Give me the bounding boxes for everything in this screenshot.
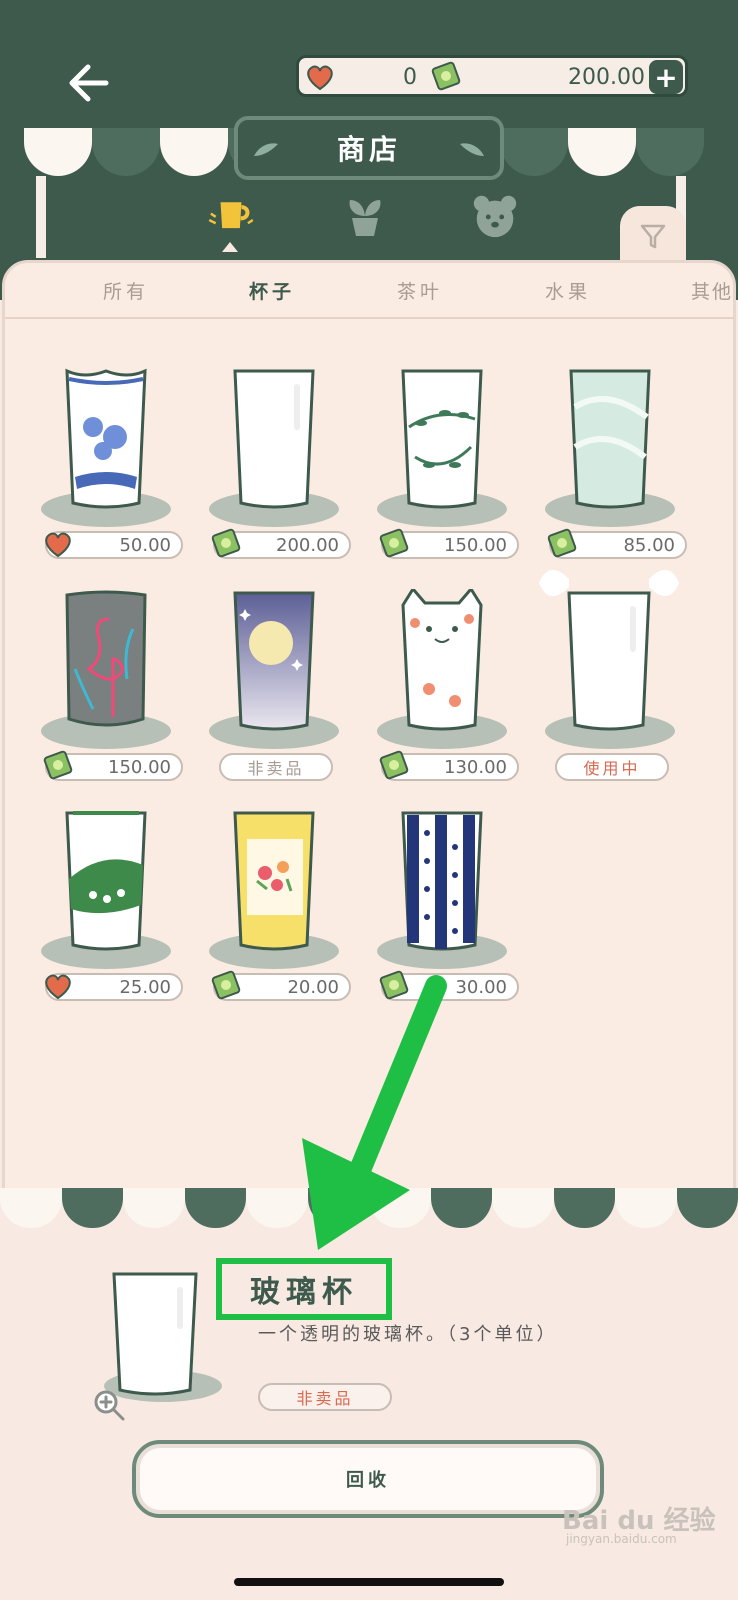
selected-item-image	[112, 1272, 198, 1396]
cash-counter: 200.00	[429, 61, 651, 93]
shop-item-flamingo-cup[interactable]: 150.00	[21, 589, 183, 781]
cash-icon	[43, 750, 73, 780]
recycle-button[interactable]: 回收	[132, 1440, 604, 1518]
heart-icon	[307, 65, 333, 91]
price-value: 85.00	[623, 534, 675, 556]
category-selected-caret	[222, 242, 238, 252]
selected-item-name: 玻璃杯	[216, 1258, 392, 1320]
plant-icon	[349, 200, 381, 236]
tab-fruit[interactable]: 水果	[545, 277, 591, 304]
tab-other[interactable]: 其他	[691, 277, 733, 304]
vine-cup-image	[401, 369, 483, 509]
page-title: 商店	[336, 133, 401, 166]
moon-cup-image	[233, 591, 315, 731]
flower-cup-image	[233, 811, 315, 951]
price-tag: 150.00	[43, 750, 183, 781]
shop-item-moon-cup[interactable]: 非卖品	[189, 589, 339, 781]
dot-stripe-cup-image	[401, 811, 483, 951]
add-currency-button[interactable]: +	[649, 60, 683, 94]
funnel-icon	[640, 224, 666, 249]
price-value: 50.00	[119, 534, 171, 556]
plain-glass-image	[233, 369, 315, 509]
zoom-in-icon[interactable]	[92, 1388, 126, 1422]
arrow-left-icon	[69, 64, 109, 102]
price-tag: 20.00	[211, 970, 351, 1001]
back-button[interactable]	[60, 55, 116, 111]
price-value: 200.00	[276, 534, 339, 556]
hearts-value: 0	[403, 64, 417, 90]
tab-cups[interactable]: 杯子	[249, 277, 295, 304]
tab-all[interactable]: 所有	[103, 277, 149, 304]
category-plants[interactable]	[340, 188, 390, 244]
currency-bar: 0 200.00 +	[296, 55, 688, 97]
price-value: 130.00	[444, 756, 507, 778]
heart-icon	[45, 532, 71, 558]
category-decorations[interactable]	[470, 188, 520, 244]
shop-item-jade-cup[interactable]: 85.00	[525, 367, 687, 559]
price-tag: 85.00	[547, 528, 687, 559]
price-value: 20.00	[287, 976, 339, 998]
leaf-cup-image	[65, 811, 147, 951]
shop-item-vine-cup[interactable]: 150.00	[357, 367, 519, 559]
shop-item-flower-cup[interactable]: 20.00	[189, 809, 351, 1001]
leaf-icon	[254, 143, 278, 156]
shop-item-leaf-cup[interactable]: 25.00	[21, 809, 183, 1001]
price-value: 150.00	[108, 756, 171, 778]
cash-icon	[379, 528, 409, 558]
shop-panel: 所有 杯子 茶叶 水果 其他 50.00 200.00 150.00 85.00…	[2, 260, 736, 1210]
cash-icon	[379, 750, 409, 780]
bear-icon	[473, 195, 517, 238]
cash-icon	[379, 970, 409, 1000]
in-use-badge: 使用中	[555, 753, 669, 781]
shop-item-bow-glass[interactable]: 使用中	[525, 569, 679, 781]
price-tag: 150.00	[379, 528, 519, 559]
selected-item-badge: 非卖品	[258, 1383, 392, 1411]
tab-tea[interactable]: 茶叶	[397, 277, 443, 304]
shop-item-blue-porcelain-cup[interactable]: 50.00	[21, 367, 183, 559]
filter-button[interactable]	[620, 206, 686, 266]
watermark-url: jingyan.baidu.com	[566, 1532, 677, 1546]
leaf-icon	[460, 143, 484, 156]
shop-item-cat-cup[interactable]: 130.00	[357, 589, 519, 781]
shop-item-plain-glass[interactable]: 200.00	[189, 367, 351, 559]
cash-icon	[431, 61, 461, 91]
shop-item-dot-stripe-cup[interactable]: 30.00	[357, 809, 519, 1001]
cash-icon	[547, 528, 577, 558]
bottom-awning	[0, 1188, 738, 1228]
price-value: 30.00	[455, 976, 507, 998]
cash-icon	[211, 970, 241, 1000]
shop-title-plate: 商店	[234, 116, 504, 180]
cash-value: 200.00	[568, 64, 645, 90]
cup-icon	[208, 202, 254, 229]
blue-porcelain-cup-image	[65, 368, 147, 509]
price-tag: 25.00	[45, 973, 183, 1001]
category-cups[interactable]	[206, 188, 256, 244]
cash-icon	[211, 528, 241, 558]
price-tag: 130.00	[379, 750, 519, 781]
home-indicator[interactable]	[234, 1578, 504, 1586]
price-value: 150.00	[444, 534, 507, 556]
not-for-sale-badge: 非卖品	[219, 753, 333, 781]
price-tag: 200.00	[211, 528, 351, 559]
bow-glass-image	[539, 569, 679, 731]
cat-cup-image	[401, 589, 483, 731]
price-tag: 50.00	[45, 531, 183, 559]
selected-item-description: 一个透明的玻璃杯。（3个单位）	[258, 1324, 558, 1345]
hearts-counter: 0	[303, 61, 423, 93]
price-value: 25.00	[119, 976, 171, 998]
price-tag: 30.00	[379, 970, 519, 1001]
tab-bar: 所有 杯子 茶叶 水果 其他	[5, 263, 735, 319]
jade-cup-image	[569, 369, 651, 509]
flamingo-cup-image	[65, 590, 147, 727]
heart-icon	[45, 974, 71, 1000]
